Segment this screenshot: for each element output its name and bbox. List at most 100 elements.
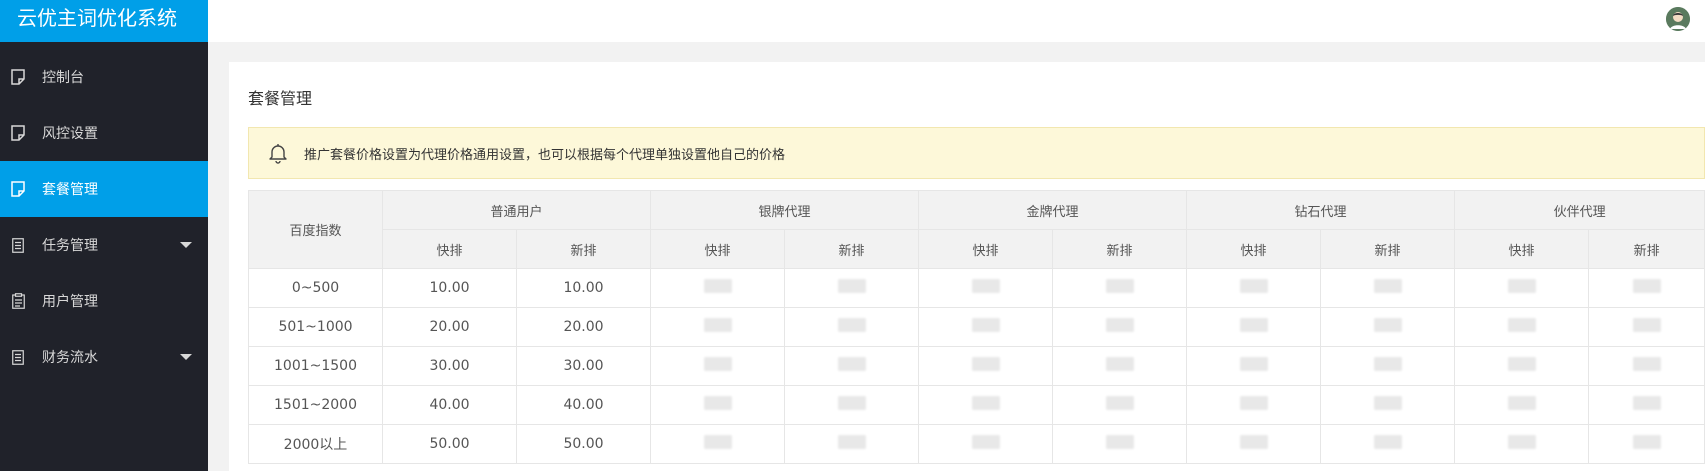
table-subheader-fast: 快排 (650, 229, 786, 269)
blurred-cell (1588, 385, 1705, 425)
blurred-cell (1186, 307, 1322, 347)
table-subheader-new: 新排 (1320, 229, 1456, 269)
blurred-cell (1052, 346, 1188, 386)
sidebar-item-label: 财务流水 (42, 350, 98, 366)
blurred-cell (650, 346, 786, 386)
blurred-cell (1186, 385, 1322, 425)
price-cell: 40.00 (515, 385, 652, 425)
table-row: 1001~1500 30.00 30.00 (248, 346, 1705, 386)
user-avatar-icon (1666, 7, 1690, 31)
blurred-cell (1320, 307, 1456, 347)
list-document-icon (10, 236, 26, 254)
price-cell: 30.00 (382, 346, 517, 386)
sidebar-item-user-management[interactable]: 用户管理 (0, 273, 208, 329)
sidebar-menu: 控制台 风控设置 套餐管理 任务管理 用户管理 财务流水 (0, 49, 208, 385)
sidebar-item-label: 用户管理 (42, 294, 98, 310)
blurred-cell (1320, 268, 1456, 308)
table-header-group: 普通用户 (381, 190, 652, 230)
table-subheader-new: 新排 (1052, 229, 1188, 269)
sidebar-item-label: 套餐管理 (42, 182, 98, 198)
blurred-cell (1052, 385, 1188, 425)
table-subheader-new: 新排 (1588, 229, 1705, 269)
blurred-cell (1588, 307, 1705, 347)
price-cell: 50.00 (515, 424, 652, 464)
blurred-cell (918, 268, 1054, 308)
blurred-cell (1454, 424, 1590, 464)
blurred-cell (1052, 424, 1188, 464)
table-row: 2000以上 50.00 50.00 (248, 424, 1705, 464)
sidebar-item-package-management[interactable]: 套餐管理 (0, 161, 208, 217)
range-cell: 2000以上 (248, 424, 383, 464)
document-icon (10, 124, 26, 142)
blurred-cell (650, 385, 786, 425)
blurred-cell (784, 385, 920, 425)
price-cell: 50.00 (382, 424, 517, 464)
table-subheader-fast: 快排 (382, 229, 517, 269)
blurred-cell (784, 424, 920, 464)
content-card: 套餐管理 推广套餐价格设置为代理价格通用设置，也可以根据每个代理单独设置他自己的… (229, 62, 1705, 471)
blurred-cell (918, 307, 1054, 347)
blurred-cell (1186, 424, 1322, 464)
notice-banner: 推广套餐价格设置为代理价格通用设置，也可以根据每个代理单独设置他自己的价格 (248, 127, 1705, 179)
sidebar-item-task-management[interactable]: 任务管理 (0, 217, 208, 273)
blurred-cell (1454, 346, 1590, 386)
range-cell: 1001~1500 (248, 346, 383, 386)
blurred-cell (1052, 307, 1188, 347)
list-document-icon (10, 348, 26, 366)
sidebar-item-risk-settings[interactable]: 风控设置 (0, 105, 208, 161)
blurred-cell (1052, 268, 1188, 308)
blurred-cell (784, 268, 920, 308)
sidebar: 云优主词优化系统 控制台 风控设置 套餐管理 任务管理 用户管理 财务流水 (0, 0, 208, 471)
table-row: 1501~2000 40.00 40.00 (248, 385, 1705, 425)
table-header-group: 钻石代理 (1186, 190, 1456, 230)
blurred-cell (1454, 307, 1590, 347)
sidebar-item-dashboard[interactable]: 控制台 (0, 49, 208, 105)
chevron-down-icon[interactable] (180, 242, 192, 248)
document-icon (10, 68, 26, 86)
table-subheader-fast: 快排 (1186, 229, 1322, 269)
blurred-cell (1454, 268, 1590, 308)
price-cell: 30.00 (515, 346, 652, 386)
price-cell: 10.00 (515, 268, 652, 308)
blurred-cell (784, 346, 920, 386)
price-cell: 40.00 (382, 385, 517, 425)
document-icon (10, 180, 26, 198)
app-logo-title: 云优主词优化系统 (0, 0, 208, 42)
blurred-cell (918, 385, 1054, 425)
blurred-cell (784, 307, 920, 347)
price-cell: 20.00 (382, 307, 517, 347)
sidebar-item-label: 任务管理 (42, 238, 98, 254)
range-cell: 0~500 (248, 268, 383, 308)
top-header (208, 0, 1705, 42)
bell-icon (267, 142, 289, 164)
blurred-cell (1454, 385, 1590, 425)
blurred-cell (1588, 268, 1705, 308)
table-header-baidu-index: 百度指数 (248, 190, 383, 269)
blurred-cell (1320, 346, 1456, 386)
blurred-cell (1186, 346, 1322, 386)
table-header-group: 金牌代理 (918, 190, 1188, 230)
sidebar-item-finance-flow[interactable]: 财务流水 (0, 329, 208, 385)
price-cell: 20.00 (515, 307, 652, 347)
table-subheader-new: 新排 (515, 229, 652, 269)
blurred-cell (650, 424, 786, 464)
range-cell: 1501~2000 (248, 385, 383, 425)
table-row: 501~1000 20.00 20.00 (248, 307, 1705, 347)
blurred-cell (918, 346, 1054, 386)
blurred-cell (918, 424, 1054, 464)
table-subheader-fast: 快排 (1454, 229, 1590, 269)
price-cell: 10.00 (382, 268, 517, 308)
blurred-cell (650, 307, 786, 347)
sidebar-item-label: 风控设置 (42, 126, 98, 142)
table-subheader-fast: 快排 (918, 229, 1054, 269)
page-title: 套餐管理 (248, 89, 313, 108)
chevron-down-icon[interactable] (180, 354, 192, 360)
blurred-cell (1186, 268, 1322, 308)
avatar[interactable] (1666, 7, 1690, 31)
blurred-cell (1588, 346, 1705, 386)
table-header-group: 伙伴代理 (1454, 190, 1705, 230)
table-subheader-new: 新排 (784, 229, 920, 269)
blurred-cell (1320, 385, 1456, 425)
table-row: 0~500 10.00 10.00 (248, 268, 1705, 308)
table-header-group: 银牌代理 (650, 190, 920, 230)
